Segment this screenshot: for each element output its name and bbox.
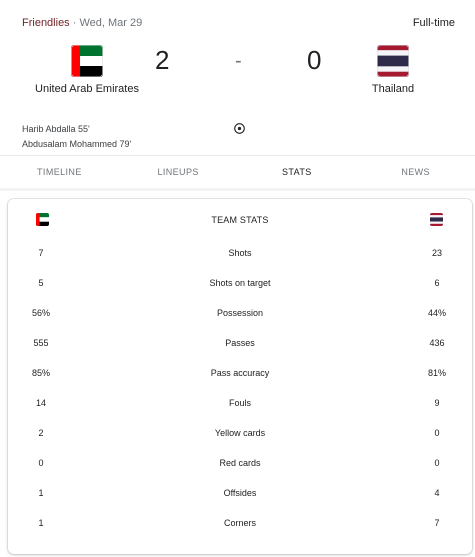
stat-row-pass-accuracy: 85% Pass accuracy 81% bbox=[8, 368, 472, 382]
stat-label: Corners bbox=[223, 518, 256, 528]
stat-label: Passes bbox=[225, 338, 255, 348]
stat-label: Fouls bbox=[228, 398, 251, 408]
tab-news[interactable]: NEWS bbox=[356, 156, 475, 192]
stat-label: Red cards bbox=[219, 458, 261, 468]
home-score: 2 bbox=[155, 45, 170, 75]
team-stats-card: TEAM STATS 7 Shots 23 5 Shots on target … bbox=[8, 199, 472, 554]
stat-away-value: 436 bbox=[429, 338, 445, 348]
match-meta-row: Friendlies · Wed, Mar 29 Full-time bbox=[22, 17, 455, 31]
stat-away-value: 81% bbox=[427, 368, 447, 378]
tab-timeline[interactable]: TIMELINE bbox=[0, 156, 119, 192]
stats-header: TEAM STATS bbox=[8, 199, 472, 239]
stat-row-red-cards: 0 Red cards 0 bbox=[8, 458, 472, 472]
stat-label: Shots bbox=[228, 248, 252, 258]
home-scorers-list: Harib Abdalla 55' Abdusalam Mohammed 79' bbox=[22, 122, 131, 152]
stats-title: TEAM STATS bbox=[211, 215, 269, 225]
tab-lineups[interactable]: LINEUPS bbox=[119, 156, 238, 192]
stat-row-fouls: 14 Fouls 9 bbox=[8, 398, 472, 412]
stat-row-possession: 56% Possession 44% bbox=[8, 308, 472, 322]
meta-separator: · bbox=[72, 17, 77, 29]
stat-away-value: 44% bbox=[427, 308, 447, 318]
thailand-flag-icon bbox=[430, 213, 443, 226]
stat-away-value: 0 bbox=[434, 458, 440, 468]
scorer-entry: Harib Abdalla 55' bbox=[22, 124, 90, 134]
match-tabs: TIMELINE LINEUPS STATS NEWS bbox=[0, 156, 475, 192]
tabs-divider bbox=[0, 188, 475, 191]
stat-label: Pass accuracy bbox=[210, 368, 270, 378]
stat-away-value: 9 bbox=[434, 398, 440, 408]
stat-row-offsides: 1 Offsides 4 bbox=[8, 488, 472, 502]
stat-row-shots: 7 Shots 23 bbox=[8, 248, 472, 262]
stat-away-value: 0 bbox=[434, 428, 440, 438]
stat-label: Possession bbox=[216, 308, 264, 318]
stat-label: Offsides bbox=[223, 488, 257, 498]
stat-away-value: 23 bbox=[431, 248, 443, 258]
match-header: Friendlies · Wed, Mar 29 Full-time Unite… bbox=[0, 0, 475, 155]
competition-link[interactable]: Friendlies bbox=[22, 17, 70, 29]
tab-stats[interactable]: STATS bbox=[238, 156, 357, 192]
home-team-name[interactable]: United Arab Emirates bbox=[17, 83, 157, 95]
stat-row-passes: 555 Passes 436 bbox=[8, 338, 472, 352]
match-status: Full-time bbox=[412, 17, 455, 29]
stat-away-value: 6 bbox=[434, 278, 440, 288]
match-date: Wed, Mar 29 bbox=[79, 17, 143, 29]
stat-label: Yellow cards bbox=[214, 428, 266, 438]
stat-away-value: 4 bbox=[434, 488, 440, 498]
score-separator: - bbox=[235, 50, 242, 72]
stat-row-yellow-cards: 2 Yellow cards 0 bbox=[8, 428, 472, 442]
stat-row-corners: 1 Corners 7 bbox=[8, 518, 472, 532]
away-team[interactable]: Thailand bbox=[323, 45, 463, 95]
stat-row-shots-on-target: 5 Shots on target 6 bbox=[8, 278, 472, 292]
uae-flag-icon bbox=[71, 45, 103, 77]
soccer-ball-icon bbox=[234, 121, 245, 134]
scorer-entry: Abdusalam Mohammed 79' bbox=[22, 139, 132, 149]
thailand-flag-icon bbox=[377, 45, 409, 77]
away-score: 0 bbox=[307, 45, 322, 75]
away-team-name[interactable]: Thailand bbox=[323, 83, 463, 95]
home-team[interactable]: United Arab Emirates bbox=[17, 45, 157, 95]
stat-label: Shots on target bbox=[209, 278, 271, 288]
match-page: Friendlies · Wed, Mar 29 Full-time Unite… bbox=[0, 0, 475, 557]
stat-away-value: 7 bbox=[434, 518, 440, 528]
